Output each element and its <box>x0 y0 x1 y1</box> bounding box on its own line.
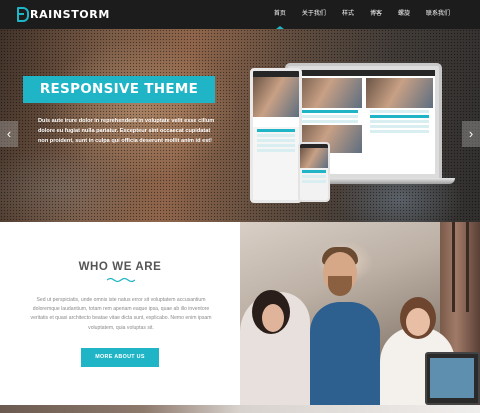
mockup-row <box>369 130 429 133</box>
tablet-mockup <box>250 68 302 203</box>
brand-logo[interactable]: RAINSTORM <box>17 6 110 23</box>
mockup-photo <box>300 148 328 168</box>
nav-item-home[interactable]: 首页 <box>266 0 294 29</box>
photo-laptop-screen <box>430 358 474 398</box>
mockup-row <box>298 110 358 113</box>
mockup-row <box>302 170 326 173</box>
mockup-photo <box>365 78 433 108</box>
photo-man-shirt <box>310 302 380 405</box>
mockup-row <box>257 134 295 137</box>
nav-item-spiral[interactable]: 螺旋 <box>390 0 418 29</box>
team-photo <box>240 222 480 405</box>
mockup-row <box>257 139 295 142</box>
next-section-preview <box>0 405 480 413</box>
photo-man-beard <box>328 276 352 296</box>
mockup-row <box>257 144 295 147</box>
who-we-are-section: WHO WE ARE Sed ut perspiciatis, unde omn… <box>0 222 240 405</box>
mockup-row <box>298 120 358 123</box>
who-we-are-title: WHO WE ARE <box>78 261 162 273</box>
nav-item-about[interactable]: 关于我们 <box>294 0 334 29</box>
chevron-right-icon[interactable]: › <box>462 121 480 147</box>
hero-title: RESPONSIVE THEME <box>23 76 215 103</box>
mockup-row <box>369 125 429 128</box>
mockup-row <box>302 175 326 178</box>
top-navbar: RAINSTORM 首页 关于我们 样式 博客 螺旋 联系我们 <box>0 0 480 29</box>
mockup-row <box>369 115 429 118</box>
who-we-are-text: Sed ut perspiciatis, unde omnis iste nat… <box>30 297 212 331</box>
more-about-us-button[interactable]: MORE ABOUT US <box>81 348 159 367</box>
photo-woman-right-face <box>406 308 430 336</box>
logo-b-mark <box>17 7 29 22</box>
mockup-photo <box>294 78 362 108</box>
hero-text: Duis aute irure dolor in reprehenderit i… <box>38 118 215 145</box>
mockup-row <box>298 115 358 118</box>
phone-mockup <box>298 142 330 202</box>
photo-window-frame <box>452 222 455 312</box>
mockup-row <box>369 110 429 113</box>
mockup-row <box>257 149 295 152</box>
nav-item-styles[interactable]: 样式 <box>334 0 362 29</box>
mockup-row <box>369 120 429 123</box>
hero-slider: RESPONSIVE THEME Duis aute irure dolor i… <box>0 29 480 222</box>
nav-item-blog[interactable]: 博客 <box>362 0 390 29</box>
wave-icon <box>107 277 135 283</box>
mockup-row <box>257 129 295 132</box>
chevron-left-icon[interactable]: ‹ <box>0 121 18 147</box>
mockup-photo <box>253 77 299 117</box>
logo-text: RAINSTORM <box>30 8 110 21</box>
mockup-row <box>302 180 326 183</box>
photo-window-frame <box>466 222 469 312</box>
mockup-band <box>253 117 299 127</box>
main-nav: 首页 关于我们 样式 博客 螺旋 联系我们 <box>266 0 458 29</box>
mockup-column-right <box>364 76 436 174</box>
nav-item-contact[interactable]: 联系我们 <box>418 0 458 29</box>
photo-woman-left-face <box>262 304 284 332</box>
